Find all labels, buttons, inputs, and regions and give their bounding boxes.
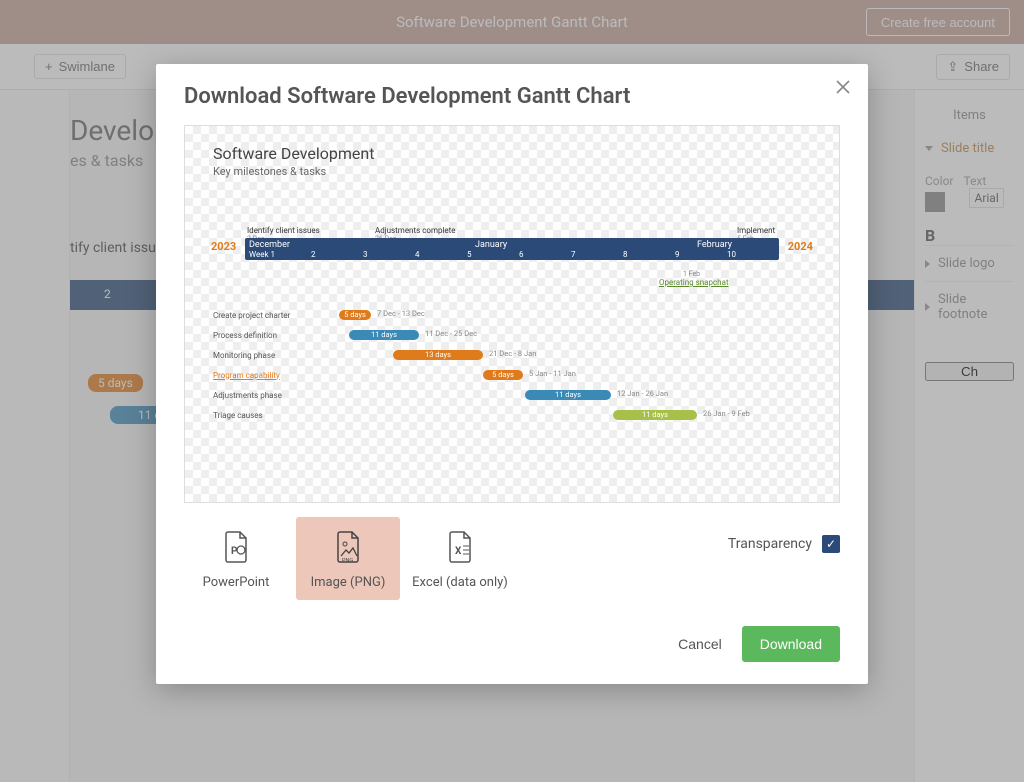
powerpoint-icon: P <box>188 529 284 565</box>
axis-month-jan: January <box>475 240 507 250</box>
operating-label: Operating snapchat <box>659 278 729 287</box>
task-track: 5 days 7 Dec - 13 Dec <box>333 310 811 320</box>
axis-week: 10 <box>727 250 736 259</box>
task-dates: 5 Jan - 11 Jan <box>529 369 576 378</box>
transparency-option: Transparency ✓ <box>728 517 840 553</box>
format-label: Excel (data only) <box>412 575 508 590</box>
task-dates: 26 Jan - 9 Feb <box>703 409 750 418</box>
format-image-png[interactable]: PNG Image (PNG) <box>296 517 400 600</box>
axis-week1: Week 1 <box>249 250 275 259</box>
transparency-checkbox[interactable]: ✓ <box>822 535 840 553</box>
svg-text:PNG: PNG <box>342 558 353 564</box>
gantt-axis: 2023 2024 December January February Week… <box>213 238 811 424</box>
task-bar: 5 days <box>339 310 371 320</box>
preview-pane: Software Development Key milestones & ta… <box>184 125 840 503</box>
download-button[interactable]: Download <box>742 626 840 662</box>
format-options: P PowerPoint PNG Image (PNG) X Excel (da… <box>184 517 840 600</box>
task-name: Triage causes <box>213 411 333 420</box>
format-label: PowerPoint <box>188 575 284 590</box>
task-track: 5 days 5 Jan - 11 Jan <box>333 370 811 380</box>
axis-year-right: 2024 <box>788 240 813 253</box>
axis-week: 4 <box>415 250 420 259</box>
task-track: 13 days 21 Dec - 8 Jan <box>333 350 811 360</box>
task-name: Create project charter <box>213 311 333 320</box>
axis-bar: December January February Week 1 2 3 4 5… <box>245 238 779 260</box>
task-track: 11 days 12 Jan - 26 Jan <box>333 390 811 400</box>
modal-title: Download Software Development Gantt Char… <box>184 84 840 109</box>
download-modal: Download Software Development Gantt Char… <box>156 64 868 684</box>
task-bar: 5 days <box>483 370 523 380</box>
task-name: Process definition <box>213 331 333 340</box>
axis-week: 3 <box>363 250 368 259</box>
axis-week: 2 <box>311 250 316 259</box>
axis-month-feb: February <box>697 240 732 250</box>
modal-actions: Cancel Download <box>184 626 840 662</box>
close-icon <box>834 78 852 96</box>
task-dates: 11 Dec - 25 Dec <box>425 329 477 338</box>
cancel-button[interactable]: Cancel <box>672 628 728 660</box>
task-row: Monitoring phase 13 days 21 Dec - 8 Jan <box>213 346 811 364</box>
format-excel[interactable]: X Excel (data only) <box>408 517 512 600</box>
task-bar: 11 days <box>525 390 611 400</box>
task-bar: 13 days <box>393 350 483 360</box>
axis-week: 8 <box>623 250 628 259</box>
format-label: Image (PNG) <box>300 575 396 590</box>
axis-month-dec: December <box>249 240 290 250</box>
format-powerpoint[interactable]: P PowerPoint <box>184 517 288 600</box>
task-bar: 11 days <box>613 410 697 420</box>
task-track: 11 days 26 Jan - 9 Feb <box>333 410 811 420</box>
task-list: Create project charter 5 days 7 Dec - 13 D… <box>213 306 811 424</box>
modal-overlay: Download Software Development Gantt Char… <box>0 0 1024 782</box>
task-dates: 7 Dec - 13 Dec <box>377 309 425 318</box>
axis-week: 7 <box>571 250 576 259</box>
task-bar: 11 days <box>349 330 419 340</box>
task-name: Adjustments phase <box>213 391 333 400</box>
operating-date: 1 Feb <box>683 270 700 278</box>
axis-week: 9 <box>675 250 680 259</box>
task-row: Triage causes 11 days 26 Jan - 9 Feb <box>213 406 811 424</box>
task-row: Adjustments phase 11 days 12 Jan - 26 Jan <box>213 386 811 404</box>
excel-icon: X <box>412 529 508 565</box>
transparency-label: Transparency <box>728 536 812 552</box>
close-button[interactable] <box>834 78 852 96</box>
task-row: Create project charter 5 days 7 Dec - 13 D… <box>213 306 811 324</box>
task-dates: 21 Dec - 8 Jan <box>489 349 536 358</box>
task-row: Program capability 5 days 5 Jan - 11 Jan <box>213 366 811 384</box>
svg-text:X: X <box>455 546 462 557</box>
axis-week: 5 <box>467 250 472 259</box>
task-name: Monitoring phase <box>213 351 333 360</box>
axis-year-left: 2023 <box>211 240 236 253</box>
task-name: Program capability <box>213 371 333 380</box>
chart-title: Software Development <box>213 144 811 163</box>
axis-week: 6 <box>519 250 524 259</box>
chart-subtitle: Key milestones & tasks <box>213 165 811 178</box>
task-track: 11 days 11 Dec - 25 Dec <box>333 330 811 340</box>
task-dates: 12 Jan - 26 Jan <box>617 389 668 398</box>
image-icon: PNG <box>300 529 396 565</box>
task-row: Process definition 11 days 11 Dec - 25 Dec <box>213 326 811 344</box>
